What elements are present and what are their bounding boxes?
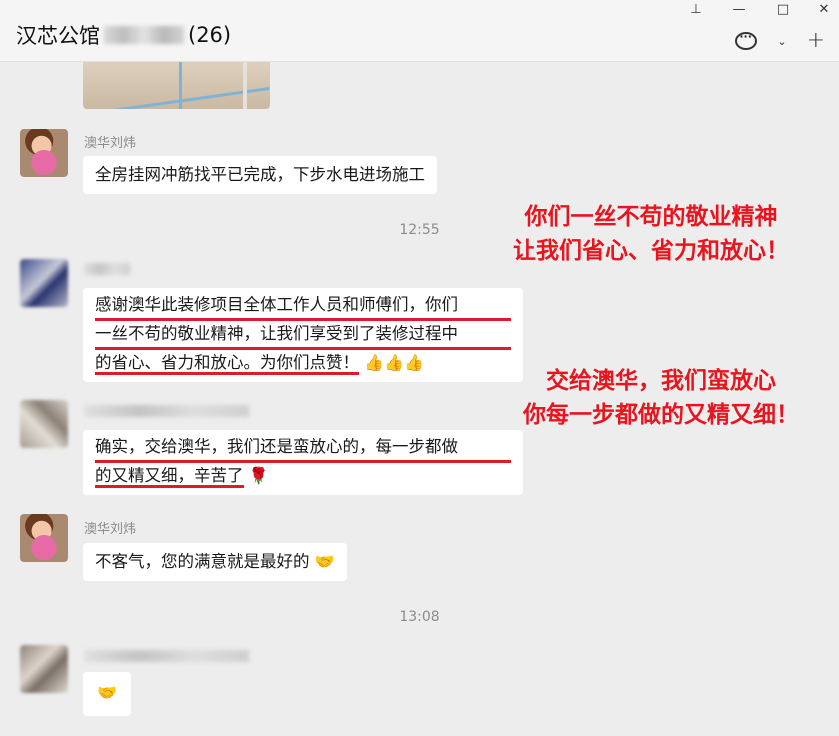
avatar[interactable] [20,400,68,448]
redacted-sender-name [84,263,130,275]
rose-icon: 🌹 [248,466,269,485]
sender-name: 澳华刘炜 [84,136,137,151]
message-line: 确实，交给澳华，我们还是蛮放心的，每一步都做 [95,434,511,463]
message-line: 一丝不苟的敬业精神，让我们享受到了装修过程中 [95,321,511,350]
avatar[interactable] [20,514,68,562]
message-line: 的省心、省力和放心。为你们点赞！ [95,353,359,375]
title-bar: 汉芯公馆 (26) ⊥ — □ ✕ ⌄ + [0,0,839,62]
chat-member-count: (26) [188,23,232,47]
thumbs-up-icon: 👍👍👍 [364,353,425,372]
avatar[interactable] [20,259,68,307]
annotation-line: 交给澳华，我们蛮放心 [546,368,776,394]
redacted-sender-name [84,405,249,417]
message-text: 全房挂网冲筋找平已完成，下步水电进场施工 [95,165,425,184]
image-message[interactable] [83,62,270,109]
avatar[interactable] [20,129,68,177]
minimize-icon[interactable]: — [724,2,754,17]
redacted-title [104,26,184,44]
message-bubble[interactable]: 感谢澳华此装修项目全体工作人员和师傅们，你们 一丝不苟的敬业精神，让我们享受到了… [83,288,523,382]
plus-icon[interactable]: + [807,30,825,52]
message-bubble[interactable]: 确实，交给澳华，我们还是蛮放心的，每一步都做 的又精又细，辛苦了 🌹 [83,430,523,495]
chevron-down-icon[interactable]: ⌄ [777,35,786,48]
chat-bubble-icon[interactable] [735,30,758,50]
pin-icon[interactable]: ⊥ [681,2,711,17]
close-icon[interactable]: ✕ [809,2,839,17]
message-bubble[interactable]: 全房挂网冲筋找平已完成，下步水电进场施工 [83,156,437,194]
message-line: 的又精又细，辛苦了 [95,466,244,488]
chat-title-name: 汉芯公馆 [16,24,100,48]
maximize-icon[interactable]: □ [768,2,798,17]
annotation-line: 你每一步都做的又精又细！ [523,402,799,428]
message-text: 不客气，您的满意就是最好的 [95,552,310,571]
handshake-icon: 🤝 [97,683,117,702]
message-bubble[interactable]: 🤝 [83,672,131,716]
red-annotation: 你们一丝不苟的敬业精神 让我们省心、省力和放心！ [513,200,789,268]
handshake-icon: 🤝 [314,552,335,571]
chat-title: 汉芯公馆 (26) [16,20,231,50]
annotation-line: 让我们省心、省力和放心！ [513,238,789,264]
red-annotation: 交给澳华，我们蛮放心 你每一步都做的又精又细！ [523,364,799,432]
message-bubble[interactable]: 不客气，您的满意就是最好的 🤝 [83,543,347,581]
redacted-sender-name [84,650,249,662]
sender-name: 澳华刘炜 [84,522,137,537]
chat-info-menu[interactable]: ⌄ + [735,30,825,52]
timestamp: 13:08 [399,609,440,625]
avatar[interactable] [20,645,68,693]
message-line: 感谢澳华此装修项目全体工作人员和师傅们，你们 [95,292,511,321]
annotation-line: 你们一丝不苟的敬业精神 [524,204,778,230]
